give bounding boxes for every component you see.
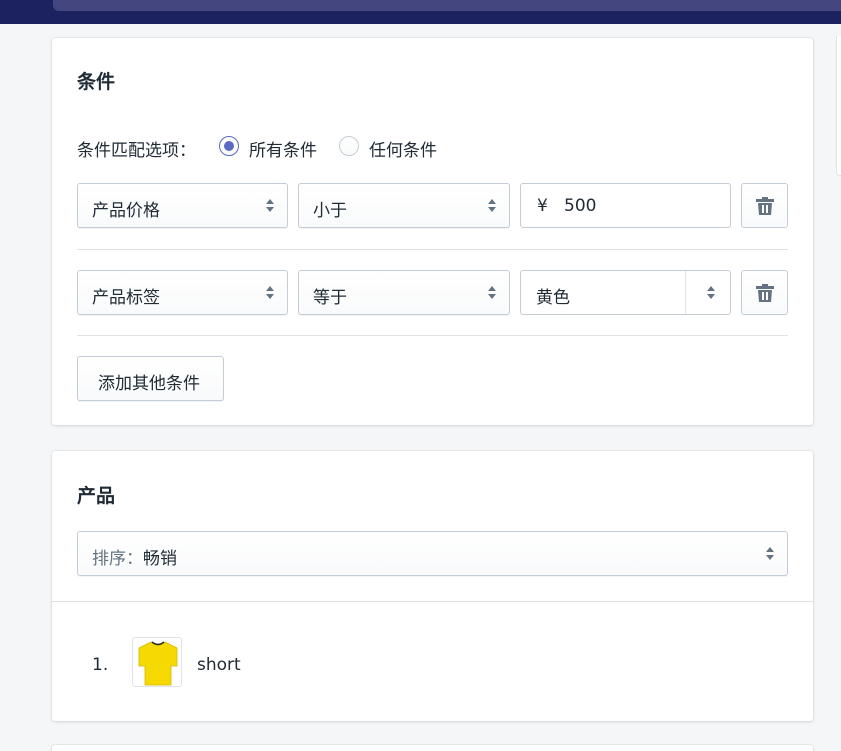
select-arrows-icon (765, 546, 775, 562)
radio-any-condition-label[interactable]: 任何条件 (369, 136, 437, 161)
condition-1-delete-button[interactable] (741, 183, 788, 228)
sort-select[interactable]: 排序：畅销 (77, 531, 788, 576)
section-divider (52, 601, 813, 602)
condition-1-field-value: 产品价格 (92, 201, 160, 221)
condition-2-operator-select[interactable]: 等于 (298, 270, 510, 315)
side-panel-edge (836, 36, 841, 176)
sort-prefix: 排序： (92, 549, 143, 569)
select-arrows-icon (265, 198, 275, 214)
radio-all-conditions-label[interactable]: 所有条件 (249, 136, 317, 161)
conditions-card: 条件 条件匹配选项： 所有条件 任何条件 产品价格 小于 ¥ 500 产品标签 … (52, 38, 813, 425)
condition-1-field-select[interactable]: 产品价格 (77, 183, 288, 228)
condition-2-delete-button[interactable] (741, 270, 788, 315)
trash-icon (756, 197, 774, 215)
currency-prefix: ¥ (537, 196, 548, 216)
row-divider (77, 249, 788, 250)
radio-any-condition[interactable] (339, 136, 359, 156)
condition-1-value: 500 (564, 196, 597, 216)
select-arrows-icon[interactable] (706, 285, 716, 301)
product-index: 1. (92, 655, 109, 675)
add-condition-button[interactable]: 添加其他条件 (77, 356, 224, 401)
product-thumbnail[interactable] (132, 637, 182, 687)
condition-1-value-input[interactable]: ¥ 500 (520, 183, 731, 228)
add-condition-label: 添加其他条件 (98, 374, 200, 394)
products-title: 产品 (77, 485, 116, 507)
match-options-label: 条件匹配选项： (77, 141, 196, 161)
condition-2-value: 黄色 (536, 288, 570, 308)
select-arrows-icon (265, 285, 275, 301)
select-arrows-icon (487, 285, 497, 301)
top-bar (0, 0, 841, 24)
condition-1-operator-select[interactable]: 小于 (298, 183, 510, 228)
products-card: 产品 排序：畅销 1. short (52, 451, 813, 721)
top-bar-inner (53, 0, 841, 11)
condition-2-value-combobox[interactable]: 黄色 (520, 270, 731, 315)
conditions-title: 条件 (77, 71, 116, 93)
combobox-separator (685, 271, 686, 314)
sort-value: 畅销 (143, 549, 177, 569)
product-name[interactable]: short (197, 655, 241, 675)
condition-2-operator-value: 等于 (313, 288, 347, 308)
condition-2-field-select[interactable]: 产品标签 (77, 270, 288, 315)
row-divider (77, 335, 788, 336)
condition-2-field-value: 产品标签 (92, 288, 160, 308)
trash-icon (756, 284, 774, 302)
next-card (52, 745, 813, 751)
radio-all-conditions[interactable] (219, 136, 239, 156)
select-arrows-icon (487, 198, 497, 214)
condition-1-operator-value: 小于 (313, 201, 347, 221)
sort-display: 排序：畅销 (92, 544, 177, 569)
yellow-tshirt-icon (138, 641, 178, 686)
